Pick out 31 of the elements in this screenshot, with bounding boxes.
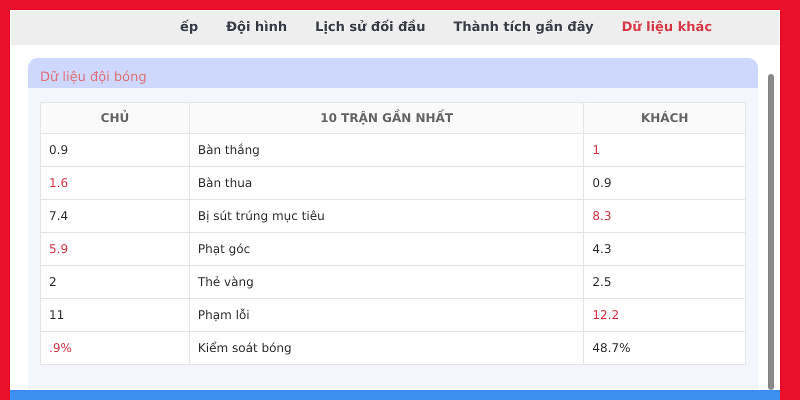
table-cell: Bàn thua: [189, 166, 584, 200]
table-cell: 8.3: [584, 200, 746, 232]
table-cell: Phạt góc: [189, 232, 584, 266]
table-cell: Bàn thắng: [189, 134, 584, 166]
panel-title: Dữ liệu đội bóng: [40, 70, 147, 85]
table-cell: Bị sút trúng mục tiêu: [189, 200, 584, 232]
table-cell: Kiểm soát bóng: [189, 332, 584, 364]
table-cell: 1.6: [40, 166, 190, 200]
tab[interactable]: Đội hình: [226, 20, 288, 35]
column-header: KHÁCH: [584, 102, 746, 134]
table-cell: 2: [40, 266, 190, 298]
table-cell: 4.3: [584, 232, 746, 266]
table-cell: 0.9: [40, 134, 190, 166]
table-cell: 0.9: [584, 166, 746, 200]
scrollbar[interactable]: [768, 74, 774, 390]
table-cell: .9%: [40, 332, 190, 364]
table-cell: Phạm lỗi: [189, 298, 584, 332]
table-cell: 12.2: [584, 298, 746, 332]
table-cell: 7.4: [40, 200, 190, 232]
table-cell: Thẻ vàng: [189, 266, 584, 298]
tab[interactable]: Lịch sử đối đầu: [315, 20, 426, 35]
table-cell: 1: [584, 134, 746, 166]
table-cell: 48.7%: [584, 332, 746, 364]
tab[interactable]: Thành tích gần đây: [453, 20, 594, 35]
tab[interactable]: ếp: [180, 20, 198, 35]
table-cell: 5.9: [40, 232, 190, 266]
tab[interactable]: Dữ liệu khác: [622, 20, 712, 35]
column-header: CHỦ: [40, 102, 190, 134]
table-cell: 11: [40, 298, 190, 332]
table-cell: 2.5: [584, 266, 746, 298]
column-header: 10 TRẬN GẦN NHẤT: [189, 102, 584, 134]
